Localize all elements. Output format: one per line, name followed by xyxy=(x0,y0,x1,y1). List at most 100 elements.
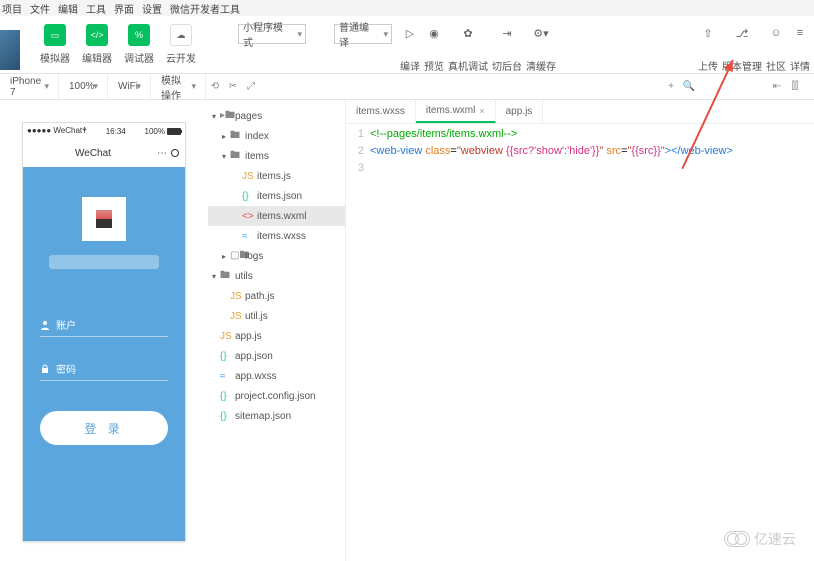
file-tree-item[interactable]: JSutil.js xyxy=(208,306,345,326)
file-tree-item[interactable]: {}app.json xyxy=(208,346,345,366)
file-name: project.config.json xyxy=(235,391,316,402)
toolbar-label: 编译 xyxy=(400,58,420,73)
file-type-icon: 🖿 xyxy=(230,148,242,165)
device-select[interactable]: iPhone 7 xyxy=(6,78,52,96)
toolbar-button-详情[interactable]: ≡详情 xyxy=(790,24,810,73)
file-tree-item[interactable]: JSpath.js xyxy=(208,286,345,306)
editor-tab[interactable]: items.wxml × xyxy=(416,100,496,123)
file-tree-item[interactable]: {}project.config.json xyxy=(208,386,345,406)
file-tree-item[interactable]: <>items.wxml xyxy=(208,206,345,226)
add-icon[interactable]: + xyxy=(664,80,678,94)
split-icon[interactable]: ⫿⫿ xyxy=(788,80,802,94)
toolbar-button-社区[interactable]: ☺社区 xyxy=(766,24,786,73)
file-name: app.json xyxy=(235,351,273,362)
toolbar-icon: ⚙▾ xyxy=(532,24,550,42)
menu-item[interactable]: 文件 xyxy=(30,1,50,16)
tab-label: items.wxml xyxy=(426,105,475,116)
app-navbar: WeChat ⋯ xyxy=(23,139,185,167)
file-tree-item[interactable]: ≈app.wxss xyxy=(208,366,345,386)
file-tree-item[interactable]: ≈items.wxss xyxy=(208,226,345,246)
file-type-icon: <> xyxy=(242,211,254,222)
toolbar-middle-group: 小程序模式 普通编译 ▷ 编译 ◉预览✿真机调试⇥切后台⚙▾清缓存 xyxy=(238,24,556,73)
file-name: path.js xyxy=(245,291,274,302)
mode-dropdown[interactable]: 小程序模式 xyxy=(238,24,306,44)
file-type-icon: {} xyxy=(220,351,232,362)
menu-item[interactable]: 工具 xyxy=(86,1,106,16)
toolbar-label: 真机调试 xyxy=(448,58,488,73)
editor-tab[interactable]: app.js xyxy=(496,100,544,123)
mock-select[interactable]: 模拟操作 xyxy=(157,78,199,96)
tab-label: app.js xyxy=(506,106,533,117)
file-tree-item[interactable]: {}items.json xyxy=(208,186,345,206)
phone-preview: ●●●●● WeChat🕈 16:34 100% WeChat ⋯ 账户 密码 xyxy=(22,122,186,542)
cut-icon[interactable]: ✂ xyxy=(226,80,240,94)
menu-item[interactable]: 界面 xyxy=(114,1,134,16)
editor-tab[interactable]: items.wxss xyxy=(346,100,416,123)
menu-item[interactable]: 编辑 xyxy=(58,1,78,16)
file-tree-item[interactable]: ▸▢🖿logs xyxy=(208,246,345,266)
network-select[interactable]: WiFi xyxy=(114,78,144,96)
password-field[interactable]: 密码 xyxy=(40,357,168,381)
collapse-icon[interactable]: ⇤ xyxy=(770,80,784,94)
file-tree-item[interactable]: ▸🖿index xyxy=(208,126,345,146)
file-tree-item[interactable]: JSapp.js xyxy=(208,326,345,346)
file-name: sitemap.json xyxy=(235,411,291,422)
toolbar-icon: ▷ xyxy=(401,24,419,42)
compile-dropdown[interactable]: 普通编译 xyxy=(334,24,392,44)
file-tree-item[interactable]: {}sitemap.json xyxy=(208,406,345,426)
menu-item[interactable]: 项目 xyxy=(2,1,22,16)
toolbar-left-group: ▭模拟器 </>编辑器 %调试器 ☁云开发 xyxy=(40,24,208,65)
toolbar-button-编译[interactable]: ▷ 编译 xyxy=(400,24,420,73)
close-icon[interactable]: × xyxy=(479,106,484,116)
toolbar-button-模拟器[interactable]: ▭模拟器 xyxy=(40,24,70,65)
file-type-icon: {} xyxy=(242,191,254,202)
toolbar-icon: ☺ xyxy=(767,24,785,42)
password-label: 密码 xyxy=(56,361,76,376)
file-type-icon: ≈ xyxy=(220,371,232,382)
toolbar-label: 调试器 xyxy=(124,50,154,65)
popout-icon[interactable]: ⤢ xyxy=(244,80,258,94)
login-button[interactable]: 登 录 xyxy=(40,411,168,445)
file-name: items.wxml xyxy=(257,211,306,222)
rotate-icon[interactable]: ⟲ xyxy=(208,80,222,94)
watermark-text: 亿速云 xyxy=(754,529,796,549)
toolbar-button-上传[interactable]: ⇧上传 xyxy=(698,24,718,73)
sub-toolbar: iPhone 7 100% WiFi 模拟操作 ⟲ ✂ ⤢ + 🔍 ⇤ ⫿⫿ xyxy=(0,74,814,100)
toolbar-button-调试器[interactable]: %调试器 xyxy=(124,24,154,65)
file-tree-item[interactable]: ▾🖿items xyxy=(208,146,345,166)
toolbar-button-云开发[interactable]: ☁云开发 xyxy=(166,24,196,65)
file-name: app.wxss xyxy=(235,371,277,382)
main-toolbar: ▭模拟器 </>编辑器 %调试器 ☁云开发 小程序模式 普通编译 ▷ 编译 ◉预览✿真机调… xyxy=(0,16,814,74)
carrier-text: ●●●●● WeChat🕈 xyxy=(27,126,87,136)
toolbar-label: 编辑器 xyxy=(82,50,112,65)
file-type-icon: JS xyxy=(220,331,232,342)
toolbar-button-预览[interactable]: ◉预览 xyxy=(424,24,444,73)
tree-twisty-icon: ▾ xyxy=(222,152,230,161)
close-capsule-icon[interactable] xyxy=(171,149,179,157)
toolbar-icon: ⇧ xyxy=(699,24,717,42)
tab-label: items.wxss xyxy=(356,106,405,117)
account-field[interactable]: 账户 xyxy=(40,313,168,337)
file-type-icon: ▸🖿 xyxy=(220,108,232,125)
file-tree-item[interactable]: ▾▸🖿pages xyxy=(208,106,345,126)
battery-pct: 100% xyxy=(145,127,165,136)
toolbar-button-真机调试[interactable]: ✿真机调试 xyxy=(448,24,488,73)
file-name: items.wxss xyxy=(257,231,306,242)
work-area: ●●●●● WeChat🕈 16:34 100% WeChat ⋯ 账户 密码 xyxy=(0,100,814,561)
menu-item[interactable]: 设置 xyxy=(142,1,162,16)
file-tree-item[interactable]: ▾🖿utils xyxy=(208,266,345,286)
toolbar-button-清缓存[interactable]: ⚙▾清缓存 xyxy=(526,24,556,73)
toolbar-button-切后台[interactable]: ⇥切后台 xyxy=(492,24,522,73)
file-type-icon: JS xyxy=(230,311,242,322)
search-icon[interactable]: 🔍 xyxy=(682,80,696,94)
toolbar-label: 切后台 xyxy=(492,58,522,73)
battery-icon xyxy=(167,128,181,135)
menu-item[interactable]: 微信开发者工具 xyxy=(170,1,240,16)
menu-icon[interactable]: ⋯ xyxy=(157,148,167,159)
toolbar-button-编辑器[interactable]: </>编辑器 xyxy=(82,24,112,65)
avatar xyxy=(82,197,126,241)
zoom-select[interactable]: 100% xyxy=(65,78,101,96)
code-editor[interactable]: 123 <!--pages/items/items.wxml--><web-vi… xyxy=(346,124,814,177)
navbar-title: WeChat xyxy=(75,148,111,159)
file-tree-item[interactable]: JSitems.js xyxy=(208,166,345,186)
